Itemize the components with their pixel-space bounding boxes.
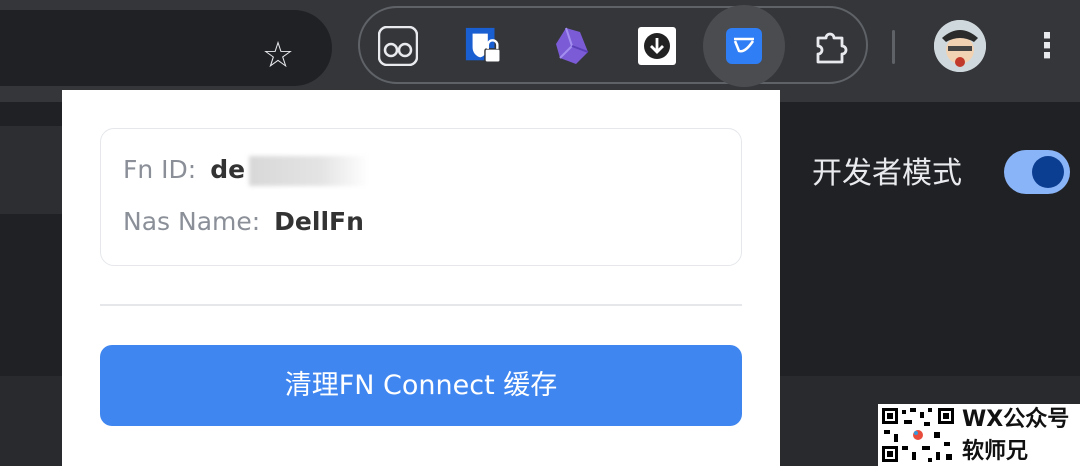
- watermark-line2: 软师兄: [962, 439, 1029, 464]
- fn-id-row: Fn ID: de: [123, 153, 370, 187]
- device-info-card: Fn ID: de Nas Name: DellFn: [100, 128, 742, 266]
- fn-id-value: de: [210, 155, 246, 184]
- wechat-watermark: WX公众号 软师兄: [878, 404, 1080, 466]
- developer-mode-toggle[interactable]: [1004, 150, 1070, 194]
- nas-name-value: DellFn: [274, 207, 364, 236]
- popup-divider: [100, 304, 742, 306]
- watermark-line1: WX公众号: [962, 407, 1070, 432]
- kebab-menu-icon[interactable]: ⋮: [1030, 24, 1064, 68]
- puzzle-extensions-icon[interactable]: [810, 26, 850, 66]
- extension-popup: Fn ID: de Nas Name: DellFn 清理FN Connect 缓存: [62, 90, 780, 466]
- qr-code-icon: [880, 406, 956, 464]
- extensions-bar: [358, 6, 868, 84]
- bitwarden-extension-icon[interactable]: [464, 26, 504, 66]
- download-extension-icon[interactable]: [637, 26, 677, 66]
- clear-cache-button[interactable]: 清理FN Connect 缓存: [100, 345, 742, 426]
- crystal-extension-icon[interactable]: [552, 26, 592, 66]
- profile-avatar[interactable]: [934, 20, 986, 72]
- redaction-blur: [249, 156, 370, 186]
- browser-toolbar: ☆ ⋮: [0, 0, 1080, 102]
- nas-name-label: Nas Name:: [123, 207, 261, 236]
- toolbar-divider: [892, 30, 895, 64]
- fn-id-label: Fn ID:: [123, 155, 197, 184]
- glasses-extension-icon[interactable]: [378, 26, 418, 66]
- fn-connect-extension-icon[interactable]: [724, 26, 764, 66]
- nas-name-row: Nas Name: DellFn: [123, 205, 364, 239]
- developer-mode-label: 开发者模式: [812, 156, 962, 191]
- address-bar[interactable]: ☆: [0, 10, 332, 86]
- toggle-knob: [1032, 156, 1064, 188]
- background-panel: [0, 126, 62, 214]
- star-icon[interactable]: ☆: [256, 34, 300, 78]
